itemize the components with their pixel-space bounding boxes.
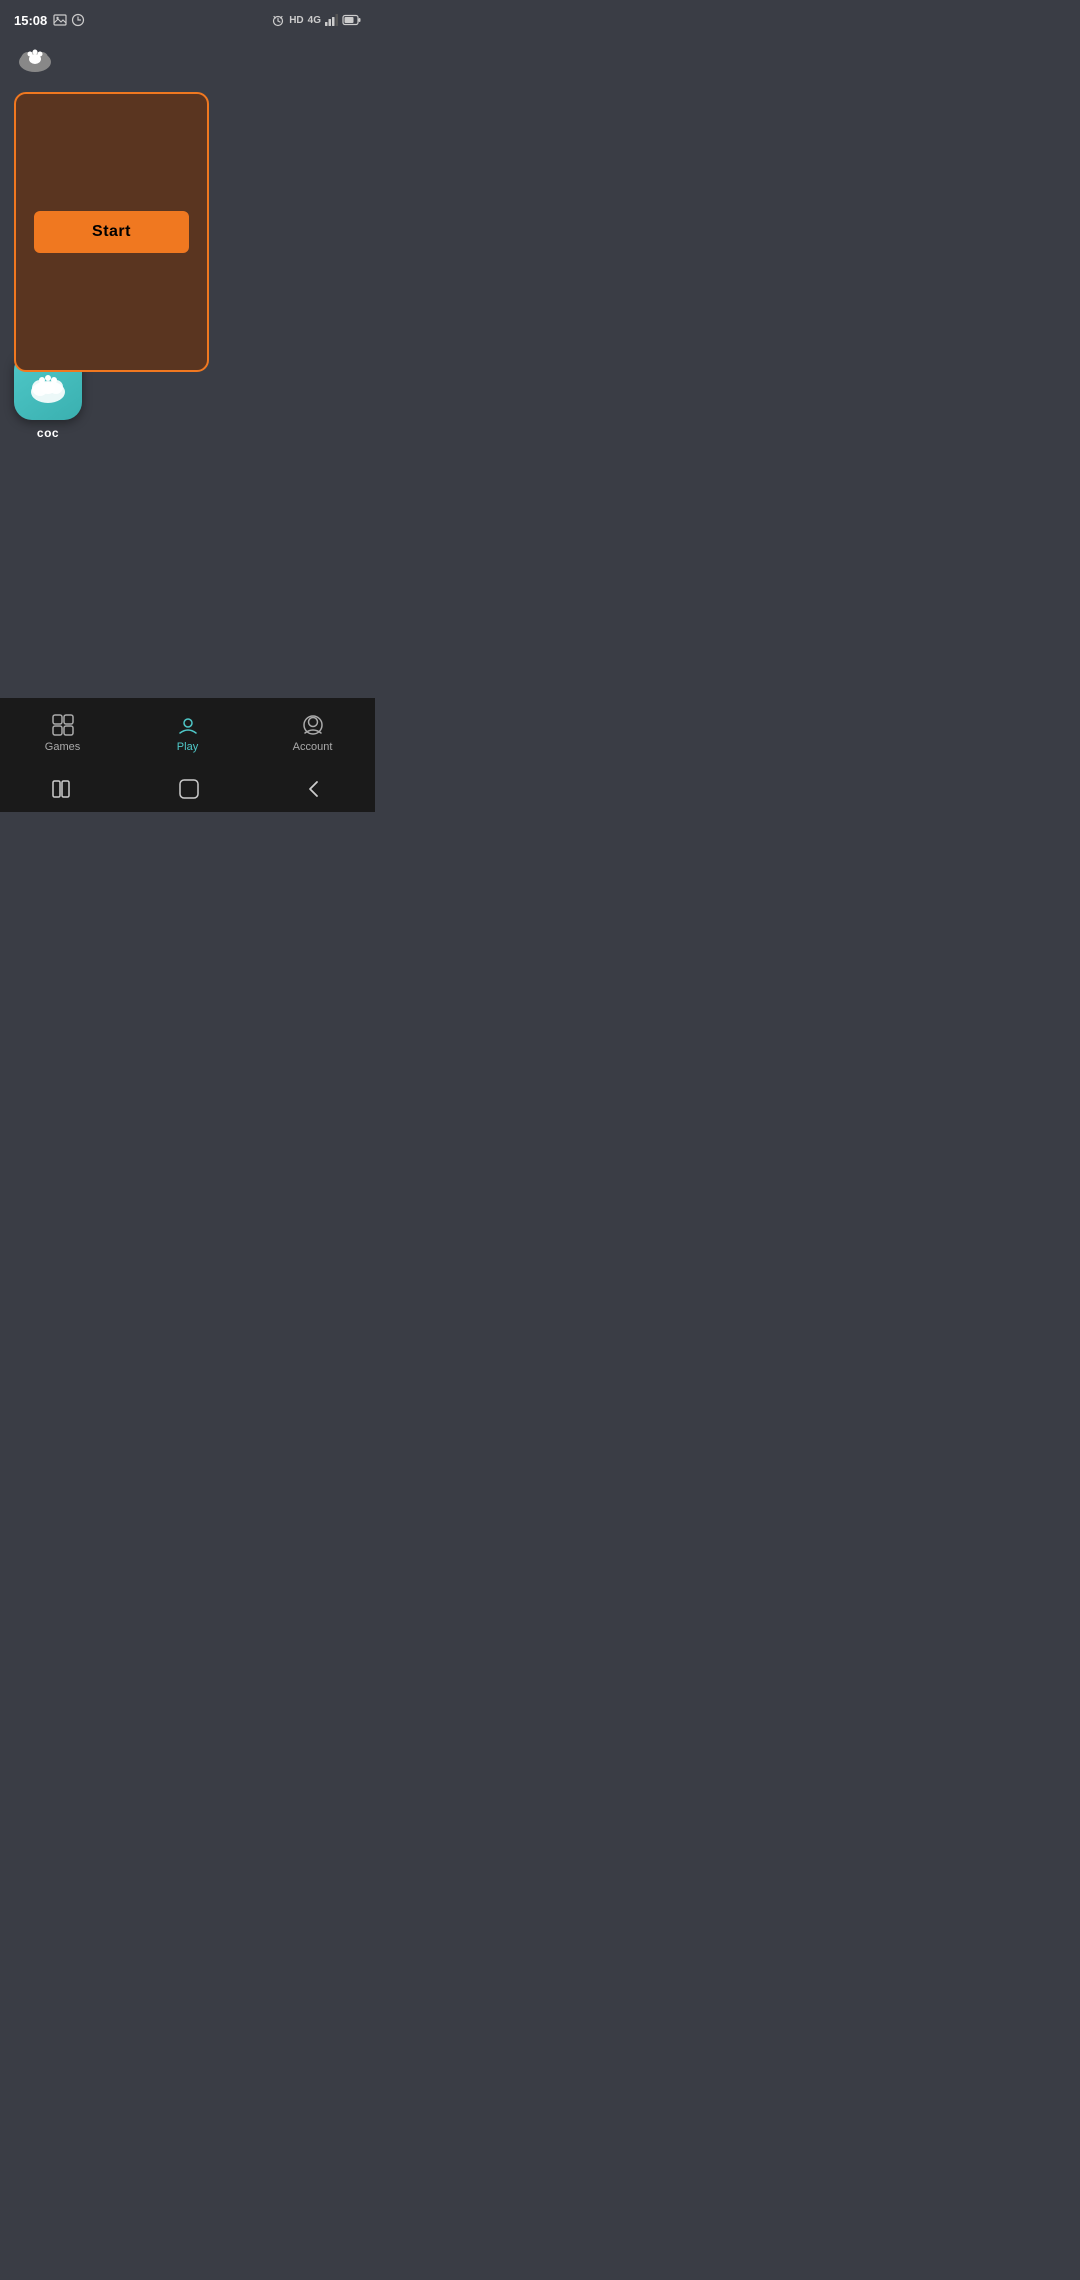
header-paw-cloud-icon xyxy=(14,42,56,76)
account-nav-label: Account xyxy=(293,741,333,753)
home-button[interactable] xyxy=(178,778,200,805)
games-icon xyxy=(50,712,76,738)
status-right: HD 4G xyxy=(271,13,361,27)
recent-apps-button[interactable] xyxy=(52,780,74,803)
hd-badge: HD xyxy=(289,15,303,26)
app-label: coc xyxy=(37,426,59,440)
alarm-icon xyxy=(271,13,285,27)
play-icon xyxy=(175,712,201,738)
history-icon xyxy=(71,13,85,27)
nav-item-games[interactable]: Games xyxy=(0,712,125,753)
games-nav-label: Games xyxy=(45,741,80,753)
4g-icon: 4G xyxy=(308,15,321,26)
time-display: 15:08 xyxy=(14,13,47,28)
nav-item-account[interactable]: Account xyxy=(250,712,375,753)
back-button[interactable] xyxy=(305,780,323,803)
start-button[interactable]: Start xyxy=(34,211,189,253)
game-card: Start xyxy=(14,92,209,372)
status-left: 15:08 xyxy=(14,13,85,28)
coc-paw-cloud-icon xyxy=(26,366,70,406)
play-nav-label: Play xyxy=(177,741,198,753)
account-icon xyxy=(300,712,326,738)
battery-icon xyxy=(343,14,361,26)
image-icon xyxy=(53,13,67,27)
bottom-nav: Games Play Account xyxy=(0,698,375,770)
signal-icon xyxy=(325,14,339,26)
app-header xyxy=(0,36,375,82)
main-content: Start coc xyxy=(0,82,375,698)
nav-item-play[interactable]: Play xyxy=(125,712,250,753)
status-left-icons xyxy=(53,13,85,27)
system-nav-bar xyxy=(0,770,375,812)
status-bar: 15:08 HD 4G xyxy=(0,0,375,36)
